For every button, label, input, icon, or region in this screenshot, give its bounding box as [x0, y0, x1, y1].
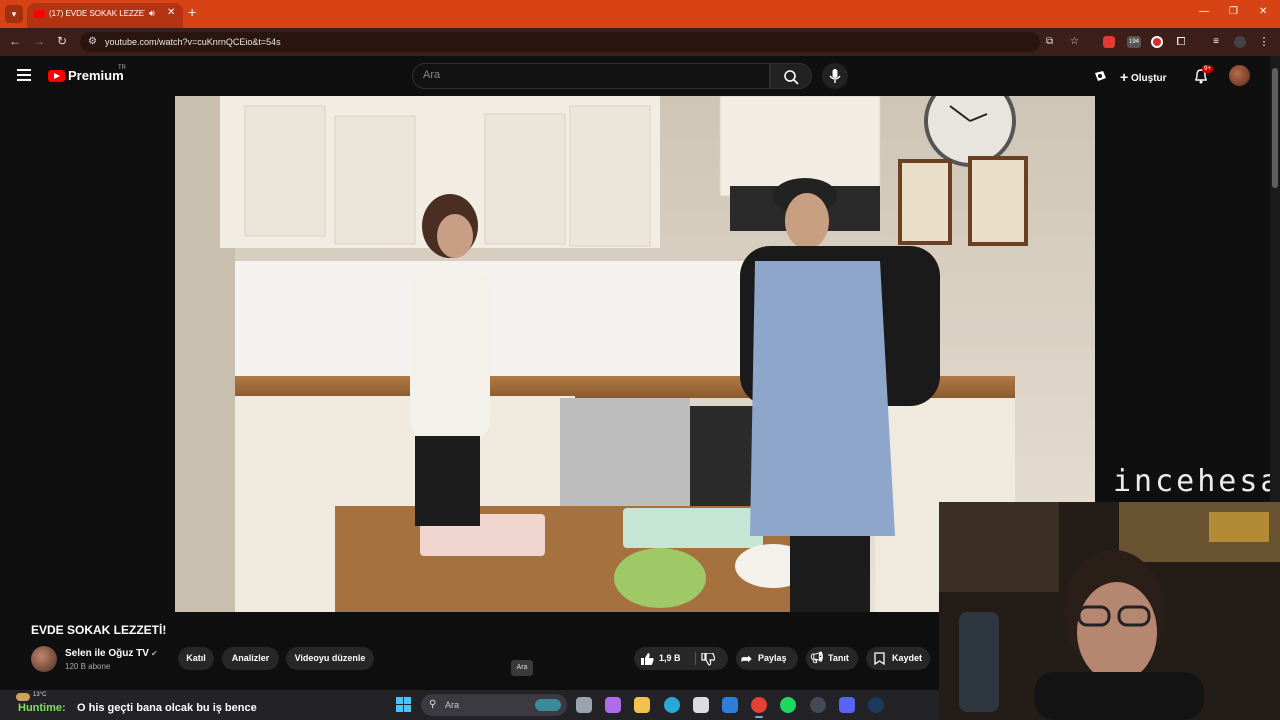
youtube-favicon-icon — [34, 10, 45, 18]
windows-start-icon[interactable] — [396, 697, 412, 713]
browser-menu-icon[interactable]: ⋮ — [1258, 36, 1270, 48]
video-title: EVDE SOKAK LEZZETİ! — [31, 623, 167, 637]
discord-icon[interactable] — [839, 697, 855, 713]
save-button[interactable]: Kaydet — [866, 647, 930, 670]
page-scrollbar[interactable] — [1270, 56, 1280, 502]
country-code: TR — [118, 65, 126, 71]
share-icon: ➦ — [741, 651, 752, 666]
weather-icon[interactable] — [16, 693, 30, 701]
video-watermark: incehesap — [1113, 464, 1280, 499]
obs-icon[interactable] — [810, 697, 826, 713]
tab-title: (17) EVDE SOKAK LEZZETİ! — [49, 9, 145, 18]
webcam-overlay — [939, 502, 1280, 720]
analytics-button[interactable]: Analizler — [222, 647, 279, 670]
search-button[interactable] — [770, 63, 812, 89]
plus-icon: + — [1120, 69, 1129, 85]
speaker-icon[interactable]: 🔊︎ — [149, 8, 155, 19]
microphone-icon — [829, 69, 841, 83]
like-button[interactable]: 1,9 B — [634, 647, 694, 670]
promote-label: Tanıt — [828, 653, 849, 663]
close-icon[interactable]: ✕ — [167, 7, 175, 18]
scrollbar-thumb[interactable] — [1272, 68, 1278, 188]
join-button[interactable]: Katıl — [178, 647, 214, 670]
search-icon: ⚲ — [429, 699, 437, 710]
taskbar-search[interactable]: ⚲ Ara — [421, 694, 567, 716]
reload-button[interactable]: ↻ — [57, 34, 67, 48]
bookmark-icon — [874, 652, 885, 665]
share-label: Paylaş — [758, 653, 787, 663]
webcam-frame — [939, 502, 1280, 720]
store-icon[interactable] — [693, 697, 709, 713]
thumbs-down-icon[interactable] — [701, 653, 715, 666]
youtube-logo-icon[interactable] — [48, 70, 65, 82]
puzzle-extensions-icon[interactable]: ⧠ — [1175, 36, 1187, 48]
search-icon — [784, 70, 799, 85]
address-bar[interactable]: ⚙︎ youtube.com/watch?v=cuKnrnQCEio&t=54s… — [80, 32, 1079, 52]
chat-username: Huntime: — [18, 702, 66, 714]
new-tab-button[interactable]: + — [188, 4, 196, 20]
back-button[interactable]: ← — [9, 34, 21, 48]
task-view-icon[interactable] — [576, 697, 592, 713]
minimize-button[interactable]: — — [1199, 6, 1209, 17]
megaphone-icon: 📢︎ — [810, 652, 824, 664]
create-button[interactable]: + Oluştur — [1120, 68, 1167, 85]
create-label: Oluştur — [1130, 73, 1167, 84]
app-blue-icon[interactable] — [722, 697, 738, 713]
search-highlight-icon — [535, 699, 561, 711]
hamburger-menu-icon[interactable] — [17, 69, 31, 81]
voice-search-button[interactable] — [822, 63, 848, 89]
promote-button[interactable]: 📢︎ Tanıt — [806, 647, 858, 670]
window-close-button[interactable]: ✕ — [1259, 6, 1267, 17]
like-divider — [695, 652, 696, 665]
browser-tab-strip: ▾ (17) EVDE SOKAK LEZZETİ! 🔊︎ ✕ + — ❐ ✕ — [0, 0, 1280, 28]
channel-avatar[interactable] — [31, 646, 57, 672]
avatar[interactable] — [1229, 65, 1250, 86]
notification-badge: 9+ — [1202, 65, 1213, 73]
opera-extension-icon[interactable] — [1151, 36, 1163, 48]
address-url[interactable]: youtube.com/watch?v=cuKnrnQCEio&t=54s — [105, 37, 281, 47]
tab-search-icon[interactable]: ▾ — [5, 5, 23, 23]
like-count: 1,9 B — [659, 653, 681, 663]
tooltip: Ara — [511, 660, 533, 676]
bookmark-star-icon[interactable]: ☆ — [1070, 36, 1079, 47]
cast-icon[interactable] — [1093, 69, 1108, 84]
spotify-icon[interactable] — [780, 697, 796, 713]
verified-icon: ✔︎ — [151, 649, 158, 658]
extension-red-icon[interactable] — [1103, 36, 1115, 48]
reading-list-icon[interactable]: ≡ — [1210, 36, 1222, 48]
site-info-icon[interactable]: ⚙︎ — [88, 36, 97, 47]
forward-button[interactable]: → — [33, 34, 45, 48]
taskbar-search-label: Ara — [445, 700, 460, 710]
windows-taskbar: 13°C Huntime: O his geçti bana olcak bu … — [0, 690, 939, 720]
profile-avatar-icon[interactable] — [1234, 36, 1246, 48]
like-dislike-group: 1,9 B — [634, 647, 728, 670]
youtube-brand[interactable]: Premium — [68, 68, 124, 83]
save-label: Kaydet — [892, 653, 923, 663]
chrome-icon[interactable] — [751, 697, 767, 713]
channel-name[interactable]: Selen ile Oğuz TV — [65, 648, 149, 659]
weather-temperature: 13°C — [33, 692, 47, 698]
subscriber-count: 120 B abone — [65, 662, 111, 671]
chat-message: O his geçti bana olcak bu iş bence — [77, 702, 257, 714]
edge-icon[interactable] — [664, 697, 680, 713]
copilot-icon[interactable] — [605, 697, 621, 713]
youtube-header: Premium TR + Oluştur 9+ — [0, 56, 1270, 96]
browser-tab-active[interactable]: (17) EVDE SOKAK LEZZETİ! 🔊︎ ✕ — [27, 3, 183, 28]
steam-icon[interactable] — [868, 697, 884, 713]
extension-counter-icon[interactable]: 194 — [1127, 36, 1141, 48]
search-input[interactable] — [423, 69, 723, 81]
install-app-icon[interactable]: ⧉ — [1046, 36, 1053, 47]
thumbs-up-icon — [641, 653, 654, 665]
browser-toolbar: ← → ↻ ⚙︎ youtube.com/watch?v=cuKnrnQCEio… — [0, 28, 1280, 56]
share-button[interactable]: ➦ Paylaş — [736, 647, 798, 670]
maximize-button[interactable]: ❐ — [1229, 6, 1238, 17]
search-box[interactable] — [412, 63, 770, 89]
active-app-indicator — [755, 716, 763, 718]
file-explorer-icon[interactable] — [634, 697, 650, 713]
edit-video-button[interactable]: Videoyu düzenle — [286, 647, 374, 670]
